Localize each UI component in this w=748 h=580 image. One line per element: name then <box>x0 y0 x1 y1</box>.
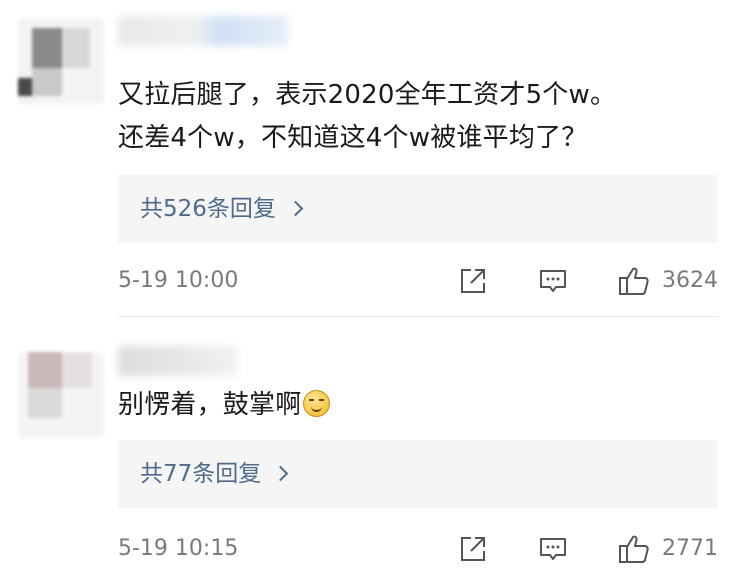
username[interactable] <box>118 346 238 376</box>
comment-item: 又拉后腿了，表示2020全年工资才5个w。 还差4个w，不知道这4个w被谁平均了… <box>0 0 748 316</box>
thumbs-up-icon <box>619 535 649 563</box>
comment-icon <box>540 538 566 560</box>
like-count: 3624 <box>662 268 718 293</box>
comment-icon <box>540 270 566 292</box>
replies-count-text: 共77条回复 <box>140 461 262 487</box>
view-replies-button[interactable]: 共77条回复 <box>118 440 718 508</box>
comment-text-content: 别愣着，鼓掌啊 <box>118 390 302 420</box>
replies-count-text: 共526条回复 <box>140 196 276 222</box>
avatar[interactable] <box>18 352 104 438</box>
like-button[interactable] <box>618 534 650 564</box>
chevron-right-icon <box>287 200 304 217</box>
timestamp: 5-19 10:15 <box>118 536 239 561</box>
comment-text-line: 又拉后腿了，表示2020全年工资才5个w。 <box>118 80 617 110</box>
chevron-right-icon <box>273 465 289 482</box>
comment-button[interactable] <box>538 266 568 296</box>
comment-item: 别愣着，鼓掌啊 共77条回复 5-19 10:15 2771 <box>0 316 748 580</box>
view-replies-label: 共526条回复 <box>140 175 304 243</box>
timestamp: 5-19 10:00 <box>118 268 239 293</box>
share-button[interactable] <box>458 534 488 564</box>
divider <box>118 316 718 317</box>
like-count: 2771 <box>662 536 718 561</box>
username[interactable] <box>118 16 288 46</box>
comment-text-line: 还差4个w，不知道这4个w被谁平均了？ <box>118 123 588 153</box>
comment-text-line: 别愣着，鼓掌啊 <box>118 384 724 427</box>
like-button[interactable] <box>618 266 650 296</box>
comment-text: 又拉后腿了，表示2020全年工资才5个w。 还差4个w，不知道这4个w被谁平均了… <box>118 74 724 160</box>
smirk-face-emoji <box>303 390 331 417</box>
share-icon <box>461 269 485 293</box>
view-replies-button[interactable]: 共526条回复 <box>118 175 718 243</box>
share-button[interactable] <box>458 266 488 296</box>
share-icon <box>461 537 485 561</box>
view-replies-label: 共77条回复 <box>140 440 289 508</box>
comment-meta: 5-19 10:15 2771 <box>118 532 718 566</box>
comment-text: 别愣着，鼓掌啊 <box>118 384 724 427</box>
avatar[interactable] <box>18 18 104 104</box>
comment-button[interactable] <box>538 534 568 564</box>
comment-meta: 5-19 10:00 3624 <box>118 264 718 298</box>
comment-list: 又拉后腿了，表示2020全年工资才5个w。 还差4个w，不知道这4个w被谁平均了… <box>0 0 748 580</box>
thumbs-up-icon <box>619 267 649 295</box>
